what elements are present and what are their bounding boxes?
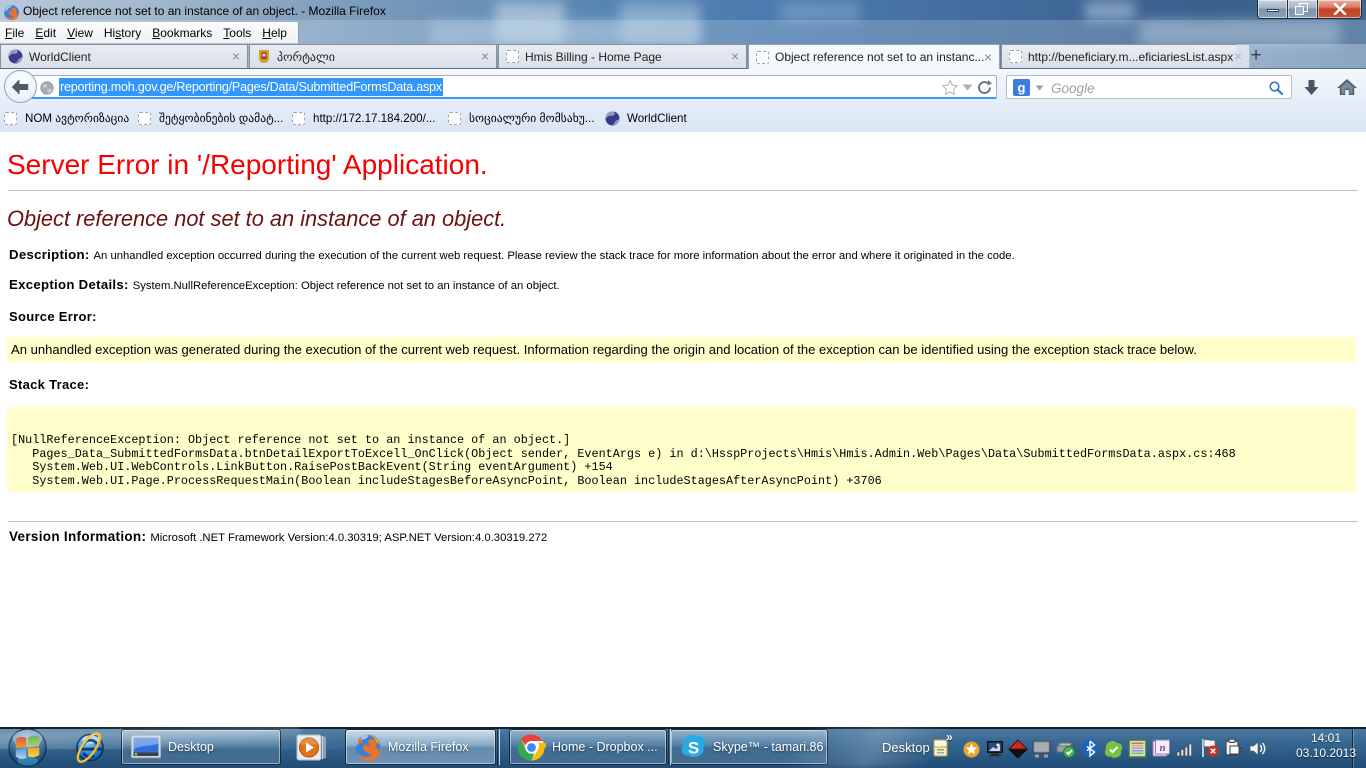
svg-text:n: n (1159, 742, 1165, 754)
svg-text:S: S (688, 738, 699, 757)
